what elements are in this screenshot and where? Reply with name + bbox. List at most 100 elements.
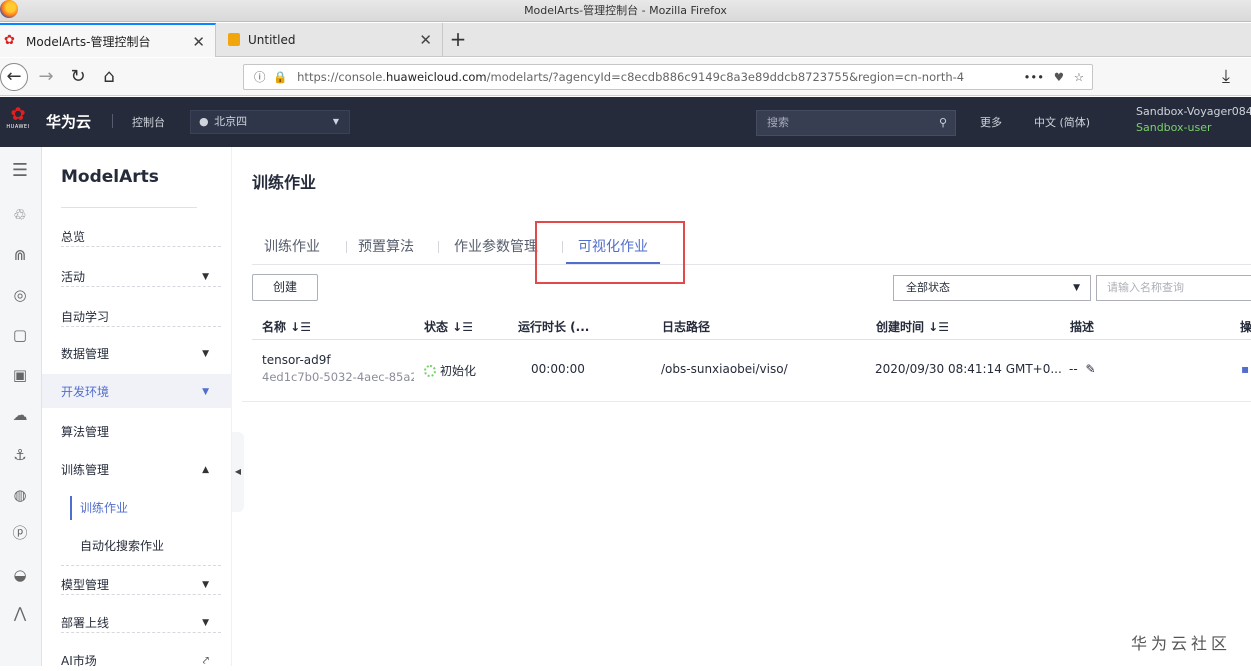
home-button[interactable]: ⌂ [98,66,120,88]
job-status: 初始化 [424,362,476,379]
url-input[interactable]: ⓘ 🔒 https://console.huaweicloud.com/mode… [243,64,1093,90]
sidebar-subitem-auto-search-jobs[interactable]: 自动化搜索作业 [80,536,164,556]
window-title: ModelArts-管理控制台 - Mozilla Firefox [524,4,727,17]
deploy-icon[interactable]: ⚓ [10,445,30,465]
sidebar-item-ai-market[interactable]: AI市场 ⤤ [61,651,221,671]
reload-button[interactable]: ↻ [68,66,88,88]
job-duration: 00:00:00 [531,362,585,376]
job-created-time: 2020/09/30 08:41:14 GMT+0... [875,362,1062,376]
sidebar-item-label: 总览 [61,230,86,244]
back-button[interactable]: ← [0,63,28,91]
huawei-logo-icon[interactable]: ✿ HUAWEI [4,106,32,138]
caret-down-icon: ▼ [202,580,209,590]
network-icon[interactable]: ⋒ [10,245,30,265]
downloads-icon[interactable]: ⤓ [1216,66,1236,88]
new-tab-button[interactable]: + [446,25,470,53]
sidebar-item-dev-environment[interactable]: 开发环境 ▼ [61,382,221,402]
modelarts-sidebar: ModelArts 总览 活动 ▼ 自动学习 数据管理 ▼ 开发环境 ▼ 算法管理 训… [42,147,232,668]
table-row: tensor-ad9f 4ed1c7b0-5032-4aec-85a2- 初始化… [242,340,1251,402]
edit-pencil-icon[interactable]: ✎ [1086,362,1096,376]
sidebar-item-label: 开发环境 [61,385,110,399]
sidebar-item-data-management[interactable]: 数据管理 ▼ [61,344,221,364]
modelarts-icon[interactable]: ⋀ [10,603,30,623]
name-search-input[interactable]: 请输入名称查询 [1096,275,1251,301]
console-link[interactable]: 控制台 [132,114,165,130]
sidebar-item-label: 数据管理 [61,347,110,361]
sidebar-item-training-management[interactable]: 训练管理 ▲ [61,460,221,480]
search-icon[interactable]: ⚲ [939,111,947,135]
browser-tab-untitled[interactable]: Untitled ✕ [222,23,442,57]
firefox-logo-icon [0,0,18,18]
chevron-down-icon: ▼ [1073,283,1080,293]
tab-job-parameters[interactable]: 作业参数管理 [454,235,538,259]
sidebar-item-model-management[interactable]: 模型管理 ▼ [61,575,221,595]
sidebar-item-auto-learning[interactable]: 自动学习 [61,307,221,327]
storage-icon[interactable]: ◎ [10,285,30,305]
sidebar-divider [61,565,221,566]
sidebar-item-label: 算法管理 [61,425,110,439]
tab-training-jobs[interactable]: 训练作业 [264,235,320,259]
sidebar-title: ModelArts [61,167,159,187]
pocket-icon[interactable]: ♥ [1053,65,1064,89]
ip-icon[interactable]: ⓟ [10,523,30,543]
watermark: 华为云社区 [1131,634,1232,653]
console-topnav: ✿ HUAWEI 华为云 控制台 ● 北京四 ▼ 搜索 ⚲ 更多 中文 (简体)… [0,97,1251,147]
column-header-duration[interactable]: 运行时长 (... [518,318,589,335]
sidebar-item-label: 训练管理 [61,463,110,477]
nav-divider [112,114,113,128]
cloud-icon[interactable]: ☁ [10,405,30,425]
column-header-status[interactable]: 状态 ↓☰ [424,318,473,335]
job-log-path[interactable]: /obs-sunxiaobei/viso/ [661,362,788,376]
loading-spinner-icon [424,365,436,377]
sidebar-item-label: 模型管理 [61,578,110,592]
sidebar-item-activity[interactable]: 活动 ▼ [61,267,221,287]
sidebar-item-deploy[interactable]: 部署上线 ▼ [61,613,221,633]
browser-tab-modelarts[interactable]: ✿ ModelArts-管理控制台 ✕ [0,23,216,57]
column-header-name[interactable]: 名称 ↓☰ [262,318,311,335]
console-search-input[interactable]: 搜索 ⚲ [756,110,956,136]
tab-preset-algorithms[interactable]: 预置算法 [358,235,414,259]
menu-hamburger-icon[interactable]: ☰ [10,161,30,181]
column-header-log-path: 日志路径 [662,320,711,334]
url-domain: huaweicloud.com [385,70,487,84]
column-header-description: 描述 [1070,320,1095,334]
close-tab-icon[interactable]: ✕ [419,23,432,57]
caret-down-icon: ▼ [202,349,209,359]
table-header: 名称 ↓☰ 状态 ↓☰ 运行时长 (... 日志路径 创建时间 ↓☰ 描述 操 [252,312,1251,340]
more-menu[interactable]: 更多 [980,114,1002,130]
location-pin-icon: ● [199,115,209,128]
caret-up-icon: ▲ [202,465,209,475]
close-tab-icon[interactable]: ✕ [192,25,205,59]
user-name[interactable]: Sandbox-Voyager084 [1136,105,1251,118]
row-action-link[interactable]: ▪ [1241,362,1249,376]
sidebar-subitem-training-jobs[interactable]: 训练作业 [69,496,128,520]
url-prefix: https://console. [297,70,386,84]
sidebar-item-label: 部署上线 [61,616,110,630]
cluster-icon[interactable]: ♲ [10,205,30,225]
sidebar-item-label: 活动 [61,270,86,284]
job-name-link[interactable]: tensor-ad9f [262,353,331,367]
create-button[interactable]: 创建 [252,274,318,301]
bookmark-star-icon[interactable]: ☆ [1073,65,1084,89]
database-icon[interactable]: ▢ [10,325,30,345]
search-placeholder: 搜索 [767,116,789,129]
caret-down-icon: ▼ [202,387,209,397]
huawei-favicon-icon: ✿ [4,33,15,48]
globe-icon[interactable]: ◍ [10,485,30,505]
info-icon[interactable]: ⓘ [254,70,266,84]
status-filter-value: 全部状态 [906,281,950,294]
region-select[interactable]: ● 北京四 ▼ [190,110,350,134]
browser-tab-label: Untitled [248,33,296,47]
forward-button[interactable]: → [36,66,56,88]
column-header-created[interactable]: 创建时间 ↓☰ [876,318,949,335]
status-filter-select[interactable]: 全部状态 ▼ [893,275,1091,301]
brand-name[interactable]: 华为云 [46,111,91,132]
sidebar-item-overview[interactable]: 总览 [61,227,221,247]
disk-icon[interactable]: ◒ [10,565,30,585]
caret-down-icon: ▼ [202,272,209,282]
job-type-tabs: 训练作业 预置算法 作业参数管理 可视化作业 [252,235,1251,265]
server-icon[interactable]: ▣ [10,365,30,385]
sidebar-item-algorithm-management[interactable]: 算法管理 [61,422,221,442]
language-switch[interactable]: 中文 (简体) [1034,114,1090,130]
page-actions-button[interactable]: ••• [1015,65,1044,89]
